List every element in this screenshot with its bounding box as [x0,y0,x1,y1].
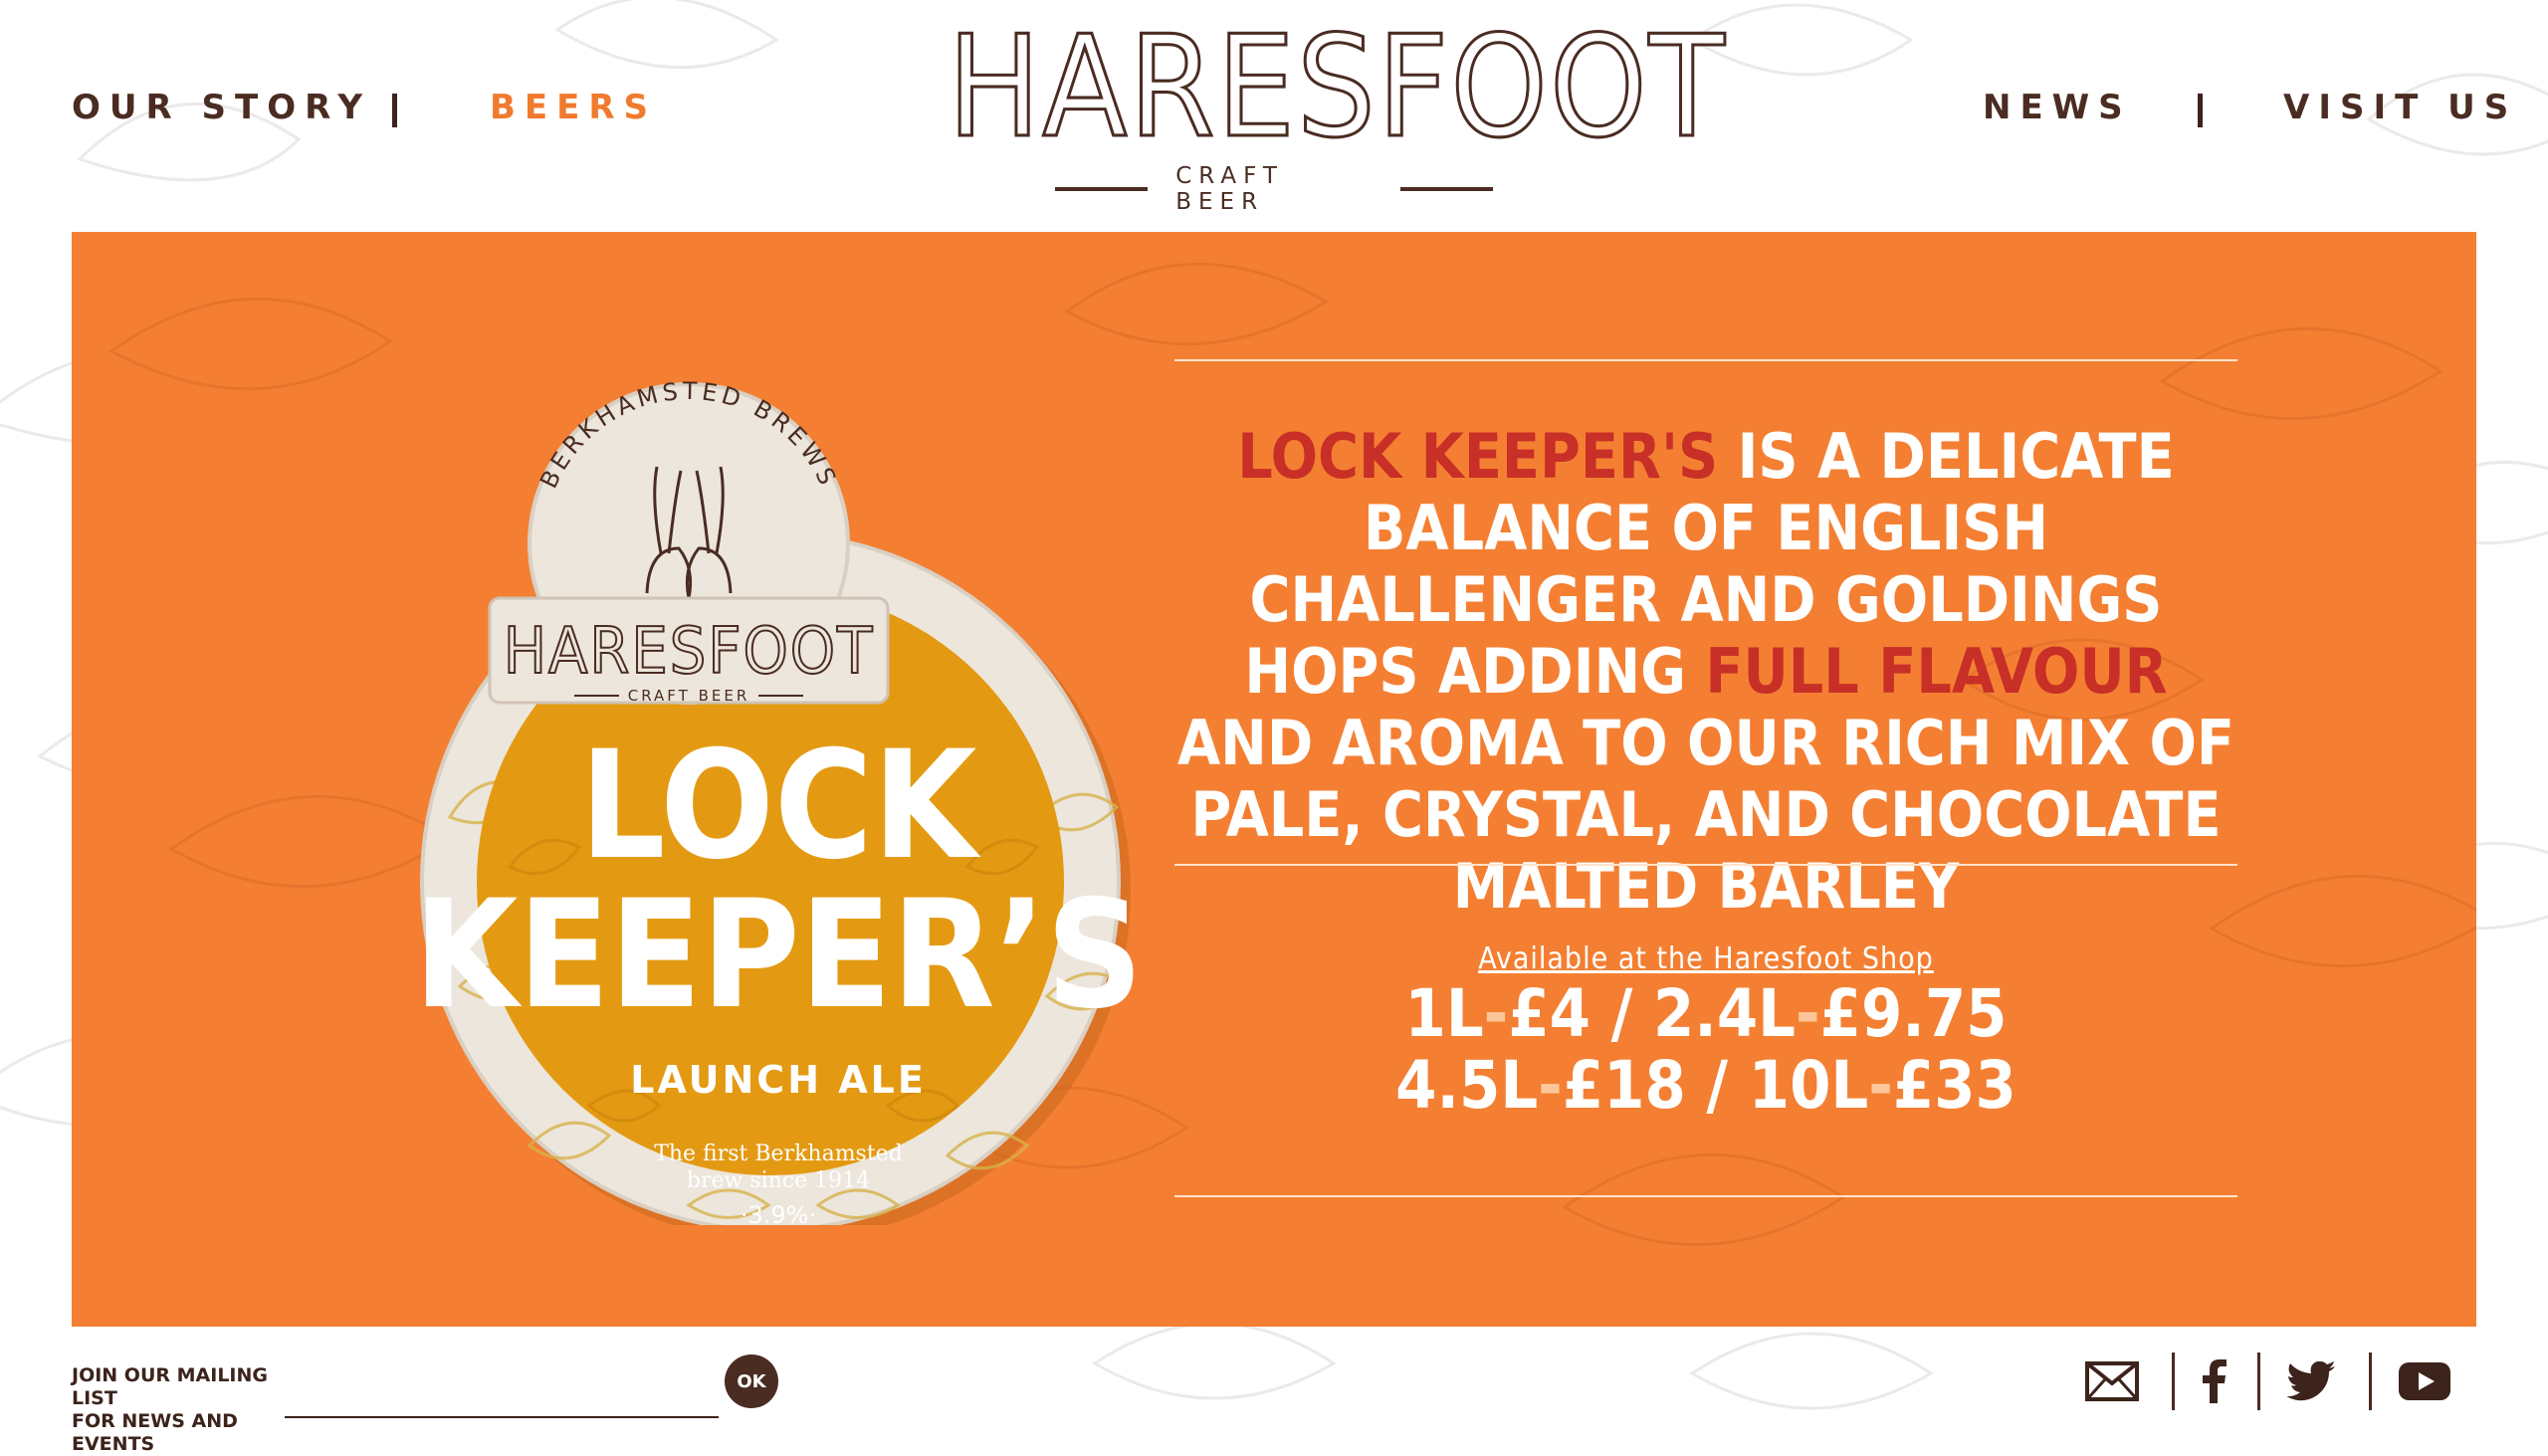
social-divider [2257,1352,2260,1410]
logo-rule-right [1399,187,1493,191]
price-value: £33 [1892,1047,2017,1124]
badge-brand-sub: CRAFT BEER [628,687,750,705]
price-size: 10L [1748,1047,1869,1124]
social-divider [2172,1352,2175,1410]
badge-abv: ·3.9%· [741,1201,816,1225]
divider-middle [1174,864,2237,866]
price-row: 1L-£4 / 2.4L-£9.75 [1404,975,2008,1052]
badge-note-line2: brew since 1914 [687,1168,870,1193]
badge-name-line1: LOCK [580,720,981,893]
email-field[interactable] [285,1384,719,1418]
badge-name-line2: KEEPER’S [414,869,1144,1042]
price-row: 4.5L-£18 / 10L-£33 [1395,1047,2017,1124]
nav-divider [392,94,397,127]
beer-feature-panel: BERKHAMSTED BREWS HARESFOOT CRAFT BEER L… [72,232,2476,1327]
beer-description: LOCK KEEPER'S IS A DELICATE BALANCE OF E… [1174,421,2237,923]
divider-top [1174,359,2237,361]
mailing-label-line1: JOIN OUR MAILING LIST [72,1364,268,1409]
badge-note-line1: The first Berkhamsted [654,1142,903,1166]
mailing-label-line2: FOR NEWS AND EVENTS [72,1410,238,1455]
nav-visit-us[interactable]: VISIT US [2283,88,2517,127]
logo-wordmark[interactable]: HARESFOOT [947,15,1726,160]
nav-beers[interactable]: BEERS [490,88,657,127]
price-value: £18 [1562,1047,1686,1124]
site-header: OUR STORY BEERS HARESFOOT CRAFT BEER NEW… [0,0,2548,229]
twitter-icon[interactable] [2279,1352,2343,1410]
youtube-icon[interactable] [2393,1352,2456,1410]
facebook-icon[interactable] [2190,1352,2237,1410]
flavour-highlight: FULL FLAVOUR [1705,635,2168,708]
shop-link[interactable]: Available at the Haresfoot Shop [1174,941,2237,976]
social-divider [2369,1352,2372,1410]
nav-divider [2198,94,2203,127]
logo-rule-left [1055,187,1149,191]
price-value: £9.75 [1819,975,2008,1052]
site-footer: JOIN OUR MAILING LIST FOR NEWS AND EVENT… [0,1327,2548,1455]
badge-style: LAUNCH ALE [630,1058,927,1102]
description-part2: AND AROMA TO OUR RICH MIX OF PALE, CRYST… [1176,707,2235,923]
logo-tagline-text: CRAFT BEER [1175,163,1284,215]
price-size: 4.5L [1395,1047,1539,1124]
badge-brand: HARESFOOT [504,615,875,689]
mail-icon[interactable] [2084,1352,2140,1410]
price-size: 2.4L [1652,975,1796,1052]
subscribe-ok-button[interactable]: OK [725,1354,778,1408]
divider-bottom [1174,1195,2237,1197]
price-value: £4 [1508,975,1591,1052]
logo-tagline: CRAFT BEER [1055,163,1493,215]
pump-clip-badge: BERKHAMSTED BREWS HARESFOOT CRAFT BEER L… [414,377,1144,1225]
nav-news[interactable]: NEWS [1983,88,2132,127]
beer-name-highlight: LOCK KEEPER'S [1237,420,1719,493]
mailing-list-label: JOIN OUR MAILING LIST FOR NEWS AND EVENT… [72,1364,311,1456]
nav-our-story[interactable]: OUR STORY [72,88,371,127]
price-size: 1L [1404,975,1484,1052]
